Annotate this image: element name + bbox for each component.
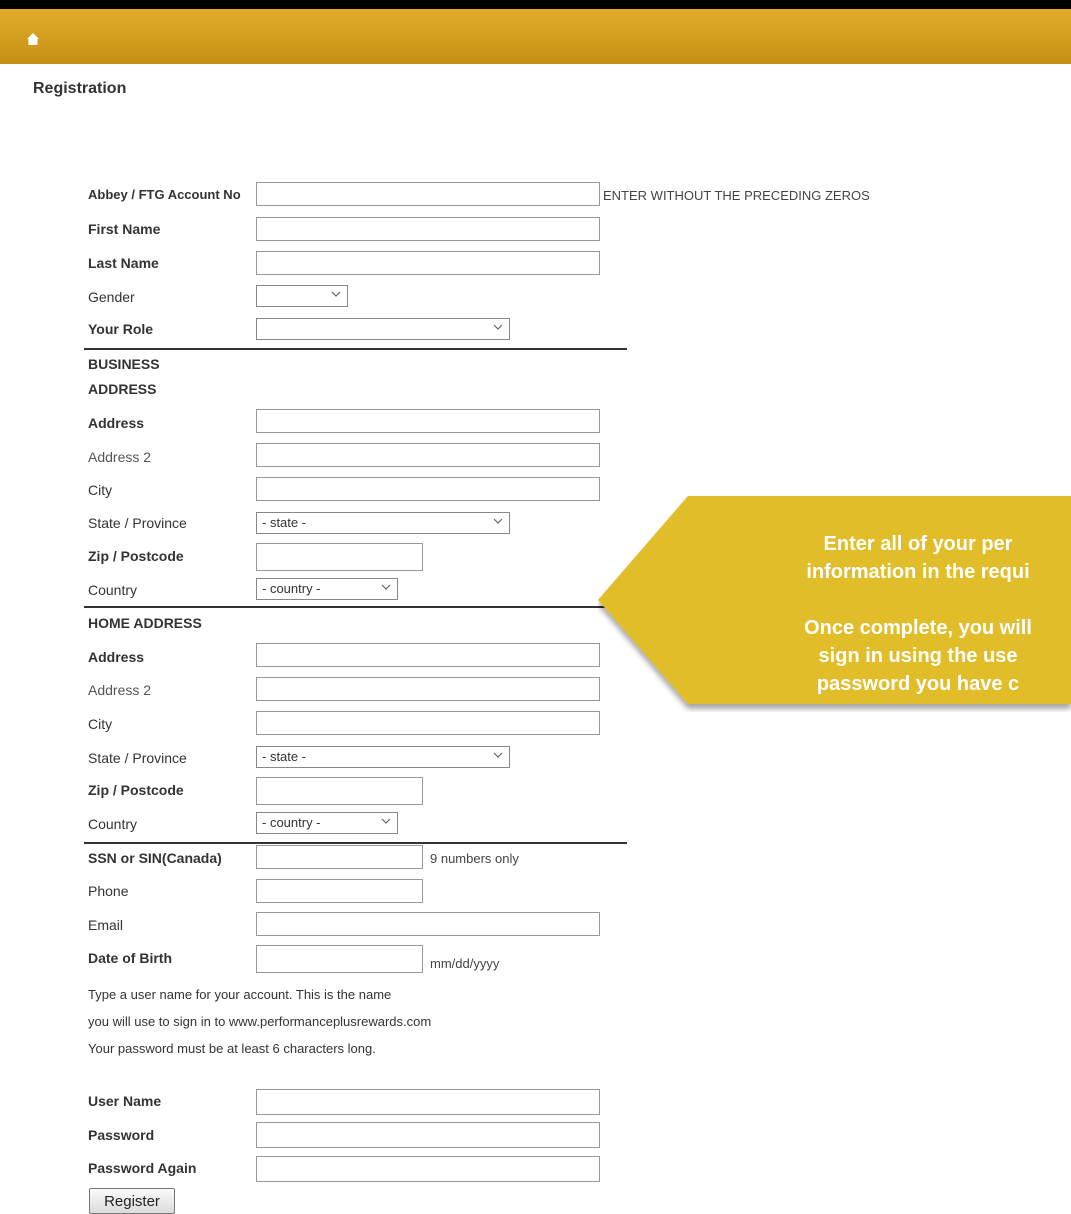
home-country-select[interactable]: - country -: [256, 812, 398, 834]
callout-line-3: [678, 586, 1071, 614]
business-address-label: Address: [88, 415, 145, 431]
ssn-input[interactable]: [256, 845, 423, 869]
callout-line-2: information in the requi: [806, 561, 1030, 583]
section-divider: [84, 842, 627, 844]
ssn-label: SSN or SIN(Canada): [88, 850, 222, 866]
business-address-input[interactable]: [256, 409, 600, 433]
business-state-select[interactable]: - state -: [256, 512, 510, 534]
dob-input[interactable]: [256, 945, 423, 973]
role-label: Your Role: [88, 321, 154, 337]
business-city-input[interactable]: [256, 477, 600, 501]
instruction-line-2: you will use to sign in to www.performan…: [88, 1014, 432, 1029]
home-zip-label: Zip / Postcode: [88, 782, 184, 798]
ssn-hint: 9 numbers only: [430, 851, 519, 866]
gender-label: Gender: [88, 289, 135, 305]
business-zip-label: Zip / Postcode: [88, 548, 184, 564]
header-bar: [0, 9, 1071, 64]
gender-select[interactable]: [256, 285, 348, 307]
callout-line-6: password you have c: [816, 673, 1020, 695]
business-heading-line2: ADDRESS: [88, 381, 157, 397]
business-address2-input[interactable]: [256, 443, 600, 467]
callout-line-5: sign in using the use: [818, 645, 1018, 667]
instruction-line-3: Your password must be at least 6 charact…: [88, 1041, 376, 1056]
account-no-hint: ENTER WITHOUT THE PRECEDING ZEROS: [603, 188, 870, 203]
home-city-input[interactable]: [256, 711, 600, 735]
email-label: Email: [88, 917, 124, 933]
business-city-label: City: [88, 482, 113, 498]
home-address-input[interactable]: [256, 643, 600, 667]
home-address-label: Address: [88, 649, 145, 665]
phone-label: Phone: [88, 883, 129, 899]
email-input[interactable]: [256, 912, 600, 936]
home-heading: HOME ADDRESS: [88, 615, 202, 631]
dob-hint: mm/dd/yyyy: [430, 956, 500, 971]
username-input[interactable]: [256, 1089, 600, 1115]
business-state-selected: - state -: [262, 515, 307, 530]
last-name-label: Last Name: [88, 255, 159, 271]
password-input[interactable]: [256, 1122, 600, 1148]
business-heading-line1: BUSINESS: [88, 356, 160, 372]
last-name-input[interactable]: [256, 251, 600, 275]
chevron-down-icon: [493, 752, 503, 758]
home-zip-input[interactable]: [256, 777, 423, 805]
account-no-input[interactable]: [256, 182, 600, 206]
role-select[interactable]: [256, 318, 510, 340]
callout-text: Enter all of your per information in the…: [678, 530, 1071, 698]
home-city-label: City: [88, 716, 113, 732]
chevron-down-icon: [493, 324, 503, 330]
business-country-select[interactable]: - country -: [256, 578, 398, 600]
home-address2-label: Address 2: [88, 682, 152, 698]
top-black-bar: [0, 0, 1071, 9]
first-name-label: First Name: [88, 221, 161, 237]
chevron-down-icon: [493, 518, 503, 524]
password-label: Password: [88, 1127, 155, 1143]
home-state-select[interactable]: - state -: [256, 746, 510, 768]
dob-label: Date of Birth: [88, 950, 172, 966]
instruction-line-1: Type a user name for your account. This …: [88, 987, 392, 1002]
password-again-label: Password Again: [88, 1160, 197, 1176]
username-label: User Name: [88, 1093, 162, 1109]
section-divider: [84, 348, 627, 350]
page-title: Registration: [33, 80, 127, 97]
chevron-down-icon: [381, 818, 391, 824]
home-state-selected: - state -: [262, 749, 307, 764]
business-country-label: Country: [88, 582, 138, 598]
chevron-down-icon: [381, 584, 391, 590]
first-name-input[interactable]: [256, 217, 600, 241]
account-no-label: Abbey / FTG Account No: [88, 187, 241, 202]
phone-input[interactable]: [256, 879, 423, 903]
home-icon[interactable]: [26, 32, 40, 46]
home-country-label: Country: [88, 816, 138, 832]
callout-line-4: Once complete, you will: [804, 617, 1032, 639]
section-divider: [84, 606, 627, 608]
home-address2-input[interactable]: [256, 677, 600, 701]
business-zip-input[interactable]: [256, 543, 423, 571]
chevron-down-icon: [331, 291, 341, 297]
password-again-input[interactable]: [256, 1156, 600, 1182]
business-country-selected: - country -: [262, 581, 321, 596]
register-button[interactable]: Register: [89, 1188, 175, 1214]
business-address2-label: Address 2: [88, 449, 152, 465]
home-country-selected: - country -: [262, 815, 321, 830]
business-state-label: State / Province: [88, 515, 187, 531]
instruction-callout: Enter all of your per information in the…: [598, 496, 1071, 712]
callout-line-1: Enter all of your per: [823, 533, 1013, 555]
home-state-label: State / Province: [88, 750, 187, 766]
